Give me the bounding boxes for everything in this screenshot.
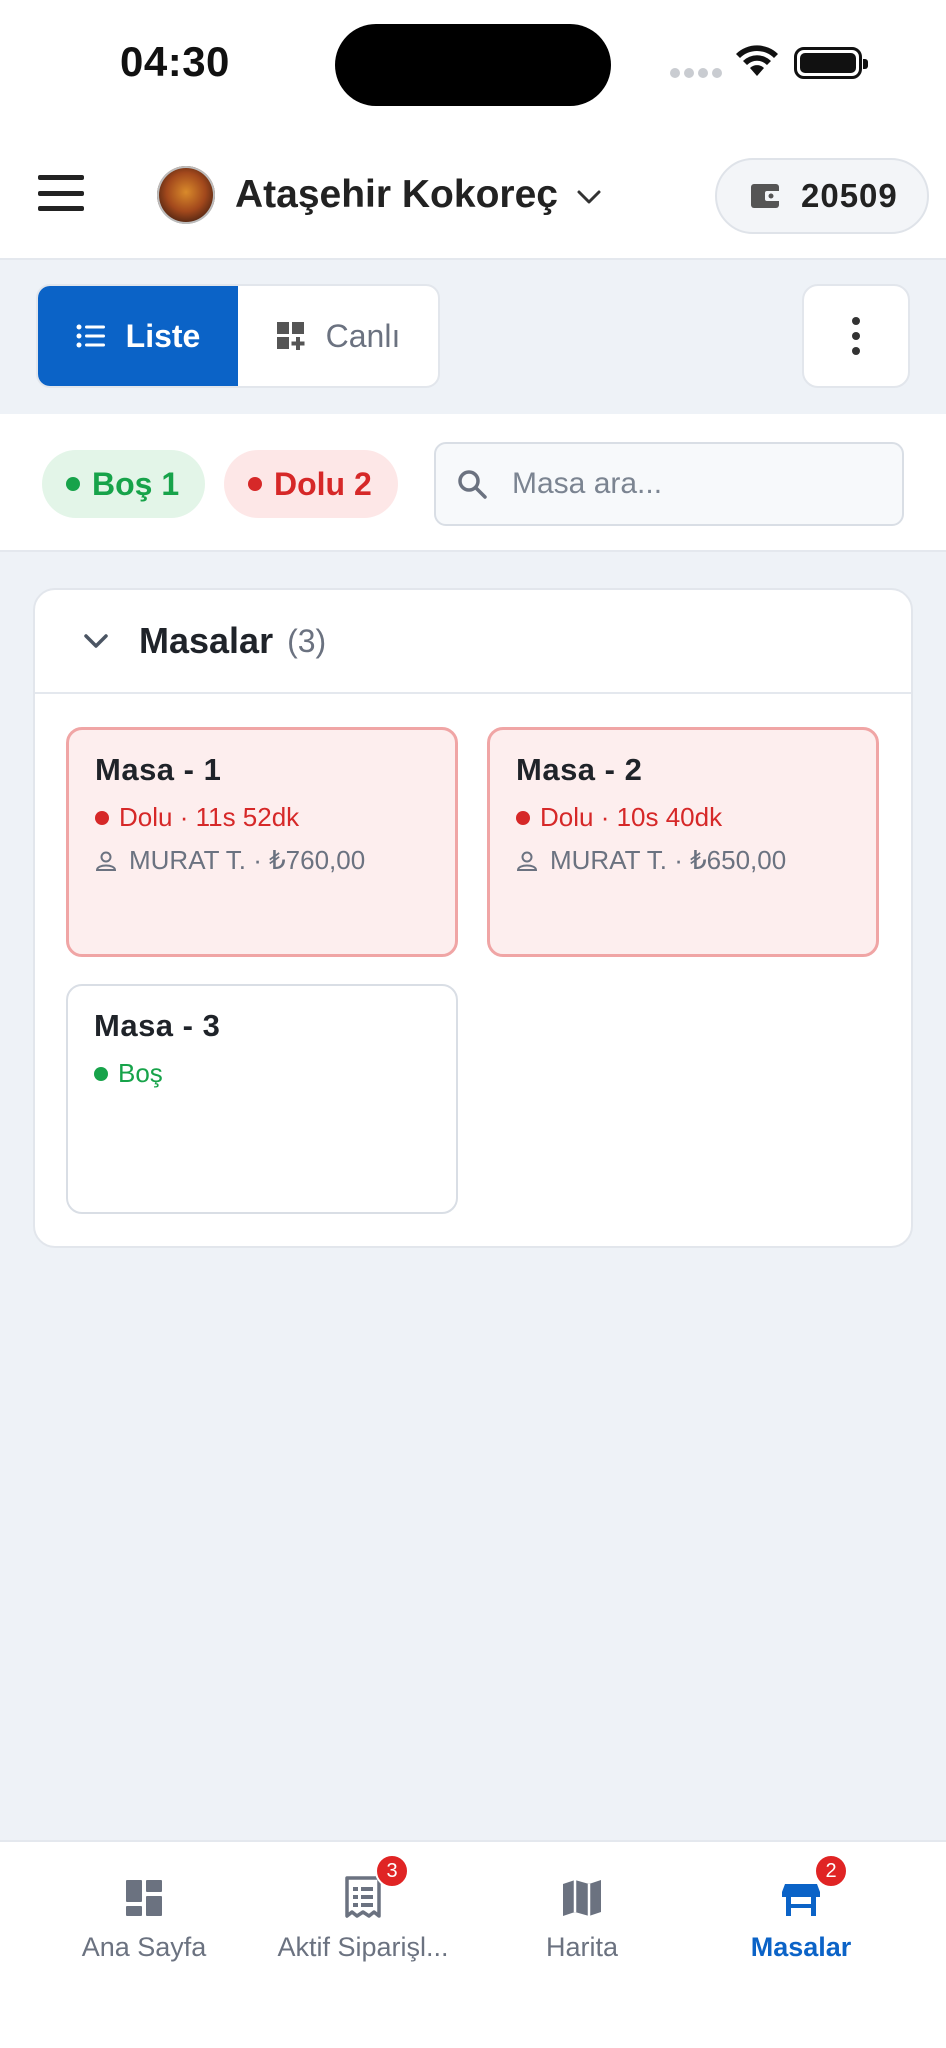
- map-icon: [563, 1880, 601, 1916]
- receipt-icon: [345, 1876, 381, 1918]
- table-meta-text: MURAT T. · ₺650,00: [550, 845, 787, 875]
- bottom-navigation: Ana Sayfa 3 Aktif Siparişl... Harita 2 M…: [0, 1840, 946, 2048]
- empty-filter-label: Boş 1: [92, 465, 180, 502]
- table-card-2[interactable]: Masa - 2 Dolu · 10s 40dk MURAT T. · ₺650…: [487, 727, 879, 957]
- battery-icon: [794, 47, 868, 79]
- red-dot-icon: [248, 477, 262, 491]
- view-toolbar: Liste Canlı: [0, 262, 946, 414]
- view-toggle: Liste Canlı: [36, 284, 440, 388]
- section-title: Masalar: [139, 620, 274, 661]
- person-icon: [95, 850, 117, 872]
- table-status-text: Boş: [118, 1058, 163, 1088]
- search-input[interactable]: [512, 467, 872, 501]
- tables-section: Masalar (3) Masa - 1 Dolu · 11s 52dk MUR…: [33, 588, 913, 1248]
- chevron-down-icon: [577, 190, 601, 204]
- nav-map[interactable]: Harita: [464, 1862, 700, 1963]
- chevron-down-icon: [84, 634, 108, 648]
- dashboard-add-icon: [276, 321, 306, 351]
- full-filter-chip[interactable]: Dolu 2: [224, 450, 398, 518]
- red-dot-icon: [95, 810, 109, 825]
- table-status: Dolu · 11s 52dk: [95, 802, 429, 833]
- signal-icon: [670, 68, 722, 78]
- green-dot-icon: [66, 477, 80, 491]
- live-view-label: Canlı: [325, 317, 401, 354]
- status-time: 04:30: [120, 38, 230, 85]
- table-status-text: Dolu · 11s 52dk: [119, 802, 300, 832]
- live-view-button[interactable]: Canlı: [238, 286, 438, 386]
- table-card-1[interactable]: Masa - 1 Dolu · 11s 52dk MURAT T. · ₺760…: [66, 727, 458, 957]
- business-name: Ataşehir Kokoreç: [235, 173, 558, 216]
- table-meta: MURAT T. · ₺650,00: [516, 845, 850, 876]
- green-dot-icon: [94, 1066, 108, 1081]
- search-box: [434, 442, 904, 526]
- section-count: (3): [287, 622, 327, 659]
- list-icon: [76, 324, 106, 348]
- dynamic-island: [335, 24, 611, 106]
- empty-filter-chip[interactable]: Boş 1: [42, 450, 206, 518]
- nav-home[interactable]: Ana Sayfa: [26, 1862, 262, 1963]
- more-options-icon[interactable]: [802, 284, 910, 388]
- table-meta: MURAT T. · ₺760,00: [95, 845, 429, 876]
- nav-tables[interactable]: 2 Masalar: [683, 1854, 919, 1963]
- orders-badge: 3: [375, 1854, 409, 1888]
- table-status-text: Dolu · 10s 40dk: [540, 802, 723, 832]
- table-name: Masa - 1: [95, 752, 222, 787]
- table-name: Masa - 3: [94, 1008, 221, 1043]
- tables-badge: 2: [814, 1854, 848, 1888]
- nav-label: Aktif Siparişl...: [277, 1932, 449, 1962]
- dashboard-icon: [126, 1880, 162, 1916]
- app-screen: 04:30 Ataşehir Kokoreç 20509 Liste Canlı…: [0, 0, 946, 2048]
- nav-active-orders[interactable]: 3 Aktif Siparişl...: [245, 1854, 481, 1963]
- list-view-label: Liste: [125, 317, 201, 354]
- table-name: Masa - 2: [516, 752, 643, 787]
- business-selector[interactable]: Ataşehir Kokoreç: [157, 166, 602, 224]
- section-header[interactable]: Masalar (3): [35, 590, 911, 694]
- table-status: Dolu · 10s 40dk: [516, 802, 850, 833]
- status-bar: 04:30: [0, 0, 946, 130]
- nav-label: Ana Sayfa: [81, 1932, 207, 1962]
- filter-bar: Boş 1 Dolu 2: [0, 414, 946, 552]
- full-filter-label: Dolu 2: [274, 465, 372, 502]
- wallet-button[interactable]: 20509: [715, 158, 929, 234]
- list-view-button[interactable]: Liste: [38, 286, 238, 386]
- nav-label: Masalar: [750, 1932, 852, 1962]
- table-icon: [782, 1884, 820, 1916]
- red-dot-icon: [516, 810, 530, 825]
- business-logo: [157, 166, 215, 224]
- table-card-3[interactable]: Masa - 3 Boş: [66, 984, 458, 1214]
- table-status: Boş: [94, 1058, 430, 1089]
- nav-label: Harita: [545, 1932, 619, 1962]
- person-icon: [516, 850, 538, 872]
- wallet-icon: [751, 184, 781, 208]
- app-header: Ataşehir Kokoreç 20509: [0, 130, 946, 260]
- search-icon: [458, 470, 487, 499]
- wallet-amount: 20509: [801, 177, 898, 214]
- wifi-icon: [736, 45, 778, 76]
- table-meta-text: MURAT T. · ₺760,00: [129, 845, 366, 875]
- menu-icon[interactable]: [38, 175, 84, 211]
